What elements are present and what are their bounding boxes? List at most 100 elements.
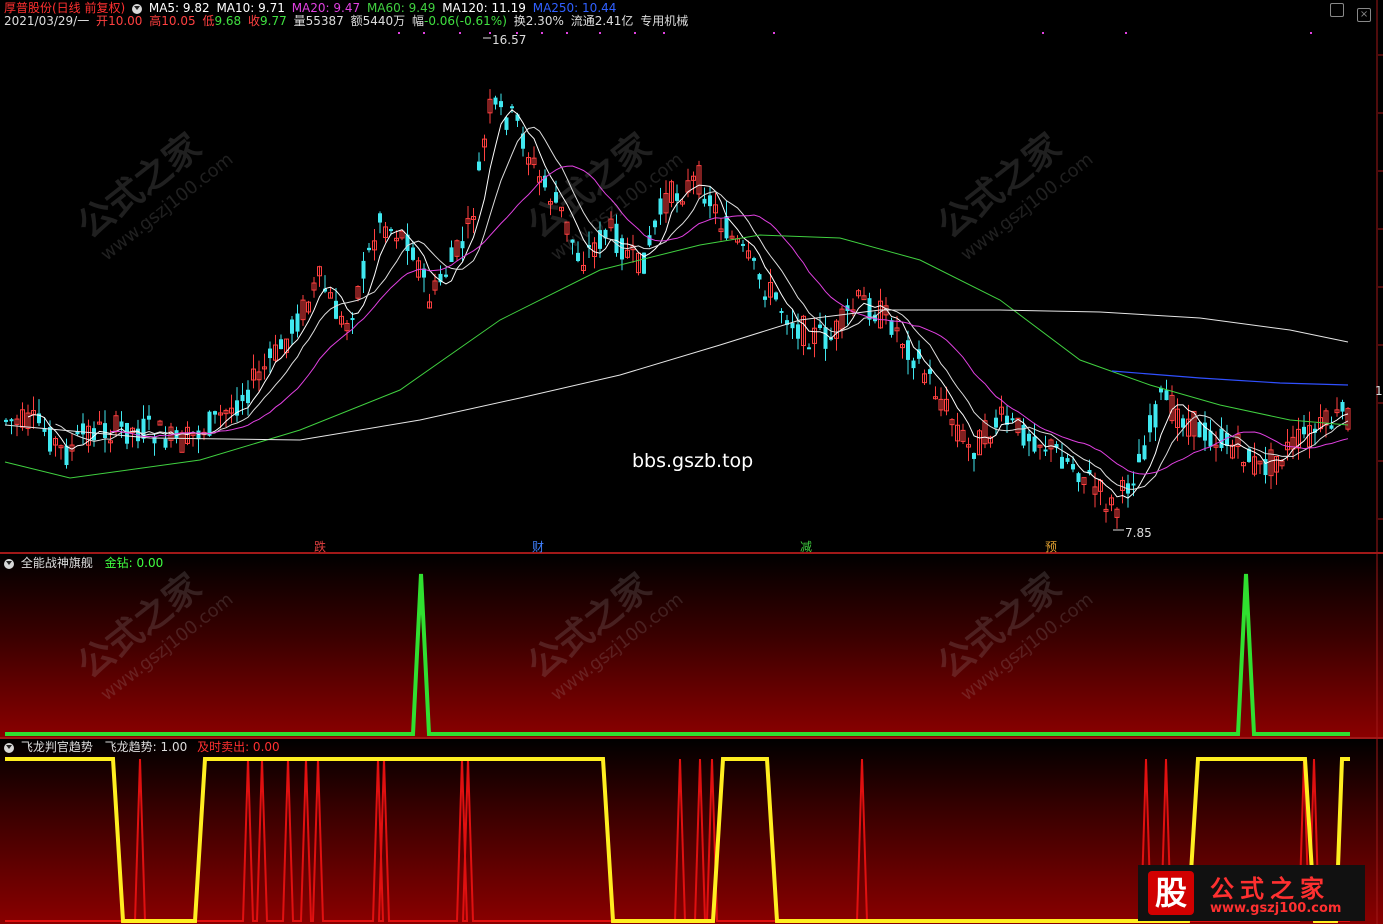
turnover-value: 2.30% [525, 14, 564, 28]
candle-body [48, 427, 52, 452]
logo-text: 公式之家 [1210, 875, 1330, 903]
candle-body [9, 419, 14, 422]
candle-body [867, 298, 872, 320]
candle-body [268, 348, 272, 359]
ma10-line [55, 126, 1349, 490]
candle-body [818, 324, 822, 329]
candle-body [1340, 401, 1345, 412]
candle-body [1225, 432, 1229, 446]
site-logo: 股 公式之家 www.gszj100.com [1138, 865, 1365, 921]
candle-body [1027, 433, 1031, 442]
candle-body [1021, 424, 1026, 446]
candle-body [1137, 453, 1141, 463]
volume-label: 量 [293, 14, 306, 28]
candle-body [207, 411, 212, 436]
gold-diamond-line [5, 573, 1350, 736]
candle-body [477, 161, 481, 171]
volume-value: 55387 [305, 14, 344, 28]
event-dot [1042, 32, 1044, 34]
candle-body [1131, 483, 1136, 486]
event-dot [599, 32, 601, 34]
change-label: 幅 [412, 14, 425, 28]
event-tag-fall[interactable]: 跌 [314, 538, 326, 555]
candle-body [460, 241, 465, 249]
candle-body [928, 369, 932, 374]
indicator1-header: 全能战神旗舰 金钻: 0.00 [4, 555, 166, 571]
candle-body [1142, 445, 1147, 460]
candle-body [1164, 390, 1169, 401]
candle-body [1032, 436, 1037, 452]
candle-body [752, 258, 756, 261]
candle-body [444, 274, 448, 277]
event-tag-finance[interactable]: 财 [532, 538, 544, 555]
event-dot [634, 32, 636, 34]
event-dot [773, 32, 775, 34]
turnover-label: 换 [513, 14, 526, 28]
candle-body [240, 394, 245, 402]
event-dot [1125, 32, 1127, 34]
event-dot [459, 32, 461, 34]
indicator1-name[interactable]: 全能战神旗舰 [21, 556, 93, 570]
change-value: -0.06(-0.61%) [424, 14, 507, 28]
candle-body [295, 313, 300, 332]
high-label: 高 [149, 14, 162, 28]
settings-dropdown-icon[interactable] [132, 3, 143, 14]
candle-body [911, 360, 916, 369]
candle-body [779, 310, 784, 313]
candle-body [614, 223, 619, 254]
candle-body [493, 97, 498, 105]
event-dot [1310, 32, 1312, 34]
indicator2-name[interactable]: 飞龙判官趋势 [21, 740, 93, 754]
candle-body [741, 243, 745, 246]
candle-body [1010, 418, 1015, 421]
open-label: 开 [96, 14, 109, 28]
close-icon[interactable]: × [1357, 8, 1372, 22]
candle-body [823, 327, 828, 349]
candle-body [246, 389, 250, 404]
candle-body [103, 423, 107, 438]
indicator1-chart [5, 554, 1378, 737]
candle-body [653, 220, 657, 228]
candle-body [790, 322, 795, 329]
candle-body [724, 216, 729, 239]
event-tag-reduce[interactable]: 减 [800, 538, 812, 555]
indicator1-panel[interactable] [0, 554, 1383, 737]
candle-body [279, 339, 283, 350]
candle-body [1329, 425, 1334, 429]
ma250-line [1111, 370, 1349, 386]
candle-body [449, 247, 454, 262]
candle-body [763, 296, 767, 300]
event-dot [541, 32, 543, 34]
low-value: 9.68 [214, 14, 242, 28]
low-label: 低 [202, 14, 215, 28]
event-dot [489, 32, 491, 34]
candle-body [64, 445, 69, 466]
candle-body [554, 192, 558, 203]
logo-glyph: 股 [1148, 871, 1194, 915]
indicator1-dropdown-icon[interactable] [4, 558, 14, 569]
candle-body [81, 423, 85, 435]
candle-body [515, 114, 520, 121]
open-value: 10.00 [108, 14, 143, 28]
candle-body [119, 421, 124, 427]
float-label: 流通 [570, 14, 595, 28]
candle-body [4, 419, 8, 422]
candle-body [647, 235, 652, 246]
candle-body [147, 415, 151, 420]
candle-body [1065, 458, 1070, 462]
candle-body [702, 198, 707, 204]
header-row-2: 2021/03/29/一 开10.00 高10.05 低9.68 收9.77 量… [4, 13, 691, 29]
high-price-label: 16.57 [492, 33, 527, 47]
event-dot [398, 32, 400, 34]
candle-body [675, 193, 679, 201]
float-value: 2.41亿 [594, 14, 634, 28]
candle-body [1208, 430, 1213, 447]
candle-body [994, 417, 998, 428]
lock-icon[interactable] [1330, 3, 1344, 17]
event-tag-forecast[interactable]: 预 [1045, 538, 1057, 555]
candle-body [796, 324, 800, 339]
window-icons: × [1330, 2, 1372, 22]
candle-body [510, 106, 514, 109]
indicator2-dropdown-icon[interactable] [4, 742, 14, 753]
indicator2-header: 飞龙判官趋势 飞龙趋势: 1.00 及时卖出: 0.00 [4, 739, 283, 755]
